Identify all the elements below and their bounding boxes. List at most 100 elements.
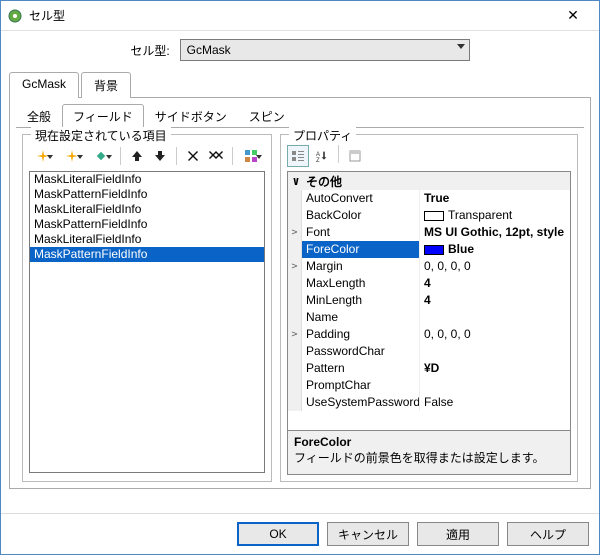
- property-row[interactable]: ForeColorBlue: [288, 241, 570, 258]
- property-value[interactable]: [420, 309, 570, 326]
- items-toolbar: [29, 143, 265, 171]
- add-item-dropdown-1[interactable]: [29, 145, 56, 167]
- property-name: Font: [302, 224, 420, 241]
- property-value[interactable]: MS UI Gothic, 12pt, style: [420, 224, 570, 241]
- tab-spin[interactable]: スピン: [238, 104, 296, 128]
- expand-icon[interactable]: >: [288, 258, 302, 275]
- list-item[interactable]: MaskPatternFieldInfo: [30, 187, 264, 202]
- property-row[interactable]: Pattern¥D: [288, 360, 570, 377]
- help-button[interactable]: ヘルプ: [507, 522, 589, 546]
- list-item[interactable]: MaskPatternFieldInfo: [30, 247, 264, 262]
- expand-icon[interactable]: >: [288, 224, 302, 241]
- cancel-button[interactable]: キャンセル: [327, 522, 409, 546]
- move-up-button[interactable]: [126, 145, 147, 167]
- collapse-icon[interactable]: ∨: [290, 174, 302, 188]
- ok-button[interactable]: OK: [237, 522, 319, 546]
- property-value[interactable]: 4: [420, 292, 570, 309]
- property-grid[interactable]: ∨ その他 AutoConvertTrueBackColorTransparen…: [287, 171, 571, 431]
- property-value[interactable]: 0, 0, 0, 0: [420, 258, 570, 275]
- tab-general[interactable]: 全般: [16, 104, 62, 128]
- category-row[interactable]: ∨ その他: [288, 172, 570, 190]
- property-row[interactable]: >FontMS UI Gothic, 12pt, style: [288, 224, 570, 241]
- cell-type-label: セル型:: [130, 42, 169, 59]
- property-row[interactable]: PromptChar: [288, 377, 570, 394]
- property-value[interactable]: 0, 0, 0, 0: [420, 326, 570, 343]
- property-row[interactable]: >Padding0, 0, 0, 0: [288, 326, 570, 343]
- items-listbox[interactable]: MaskLiteralFieldInfoMaskPatternFieldInfo…: [29, 171, 265, 473]
- apply-button[interactable]: 適用: [417, 522, 499, 546]
- property-row[interactable]: AutoConvertTrue: [288, 190, 570, 207]
- add-item-dropdown-3[interactable]: [88, 145, 115, 167]
- categorized-view-button[interactable]: [287, 145, 309, 167]
- property-value[interactable]: True: [420, 190, 570, 207]
- toolbar-separator: [232, 147, 233, 165]
- cell-type-select[interactable]: GcMask: [180, 39, 470, 61]
- list-item[interactable]: MaskLiteralFieldInfo: [30, 202, 264, 217]
- diamond-icon: [95, 150, 107, 162]
- indent-cell: [288, 275, 302, 292]
- double-x-icon: [209, 151, 223, 161]
- close-button[interactable]: ✕: [553, 4, 593, 28]
- list-item[interactable]: MaskLiteralFieldInfo: [30, 232, 264, 247]
- property-row[interactable]: UseSystemPasswordFalse: [288, 394, 570, 411]
- property-name: Name: [302, 309, 420, 326]
- property-row[interactable]: MinLength4: [288, 292, 570, 309]
- category-label: その他: [306, 173, 342, 190]
- property-value[interactable]: [420, 377, 570, 394]
- property-toolbar: AZ: [287, 143, 571, 171]
- property-value[interactable]: Blue: [420, 241, 570, 258]
- property-name: MinLength: [302, 292, 420, 309]
- svg-text:Z: Z: [316, 158, 320, 162]
- sparkle-icon: [66, 150, 78, 162]
- tab-fields[interactable]: フィールド: [62, 104, 144, 128]
- property-row[interactable]: >Margin0, 0, 0, 0: [288, 258, 570, 275]
- app-icon: [7, 8, 23, 24]
- cell-type-row: セル型: GcMask: [1, 31, 599, 71]
- indent-cell: [288, 241, 302, 258]
- titlebar: セル型 ✕: [1, 1, 599, 31]
- property-name: Margin: [302, 258, 420, 275]
- property-description: ForeColor フィールドの前景色を取得または設定します。: [287, 431, 571, 475]
- property-value[interactable]: 4: [420, 275, 570, 292]
- property-row[interactable]: PasswordChar: [288, 343, 570, 360]
- property-name: MaxLength: [302, 275, 420, 292]
- add-item-dropdown-2[interactable]: [58, 145, 85, 167]
- property-value[interactable]: [420, 343, 570, 360]
- desc-text: フィールドの前景色を取得または設定します。: [294, 449, 564, 466]
- inner-tabstrip: 全般 フィールド サイドボタン スピン: [16, 104, 584, 128]
- list-item[interactable]: MaskLiteralFieldInfo: [30, 172, 264, 187]
- arrow-down-icon: [155, 151, 165, 161]
- color-swatch: [424, 211, 444, 221]
- indent-cell: [288, 377, 302, 394]
- move-down-button[interactable]: [149, 145, 170, 167]
- inner-panel: 全般 フィールド サイドボタン スピン 現在設定されている項目: [9, 97, 591, 489]
- indent-cell: [288, 360, 302, 377]
- property-legend: プロパティ: [289, 127, 356, 144]
- property-row[interactable]: MaxLength4: [288, 275, 570, 292]
- body-row: 現在設定されている項目: [16, 128, 584, 488]
- indent-cell: [288, 343, 302, 360]
- property-row[interactable]: Name: [288, 309, 570, 326]
- property-name: BackColor: [302, 207, 420, 224]
- property-value[interactable]: False: [420, 394, 570, 411]
- delete-all-button[interactable]: [205, 145, 226, 167]
- expand-icon[interactable]: >: [288, 326, 302, 343]
- options-dropdown[interactable]: [238, 145, 265, 167]
- tab-gcmask[interactable]: GcMask: [9, 72, 79, 98]
- chevron-down-icon: [457, 44, 465, 49]
- property-value[interactable]: Transparent: [420, 207, 570, 224]
- property-group: プロパティ AZ ∨ その他: [280, 134, 578, 482]
- alphabetical-view-button[interactable]: AZ: [311, 145, 333, 167]
- delete-button[interactable]: [182, 145, 203, 167]
- configured-items-legend: 現在設定されている項目: [31, 127, 171, 144]
- property-name: PromptChar: [302, 377, 420, 394]
- property-value[interactable]: ¥D: [420, 360, 570, 377]
- property-row[interactable]: BackColorTransparent: [288, 207, 570, 224]
- tab-background[interactable]: 背景: [81, 72, 131, 98]
- tab-sidebutton[interactable]: サイドボタン: [144, 104, 238, 128]
- configured-items-group: 現在設定されている項目: [22, 134, 272, 482]
- property-name: ForeColor: [302, 241, 420, 258]
- list-item[interactable]: MaskPatternFieldInfo: [30, 217, 264, 232]
- property-name: Pattern: [302, 360, 420, 377]
- property-pages-button[interactable]: [344, 145, 366, 167]
